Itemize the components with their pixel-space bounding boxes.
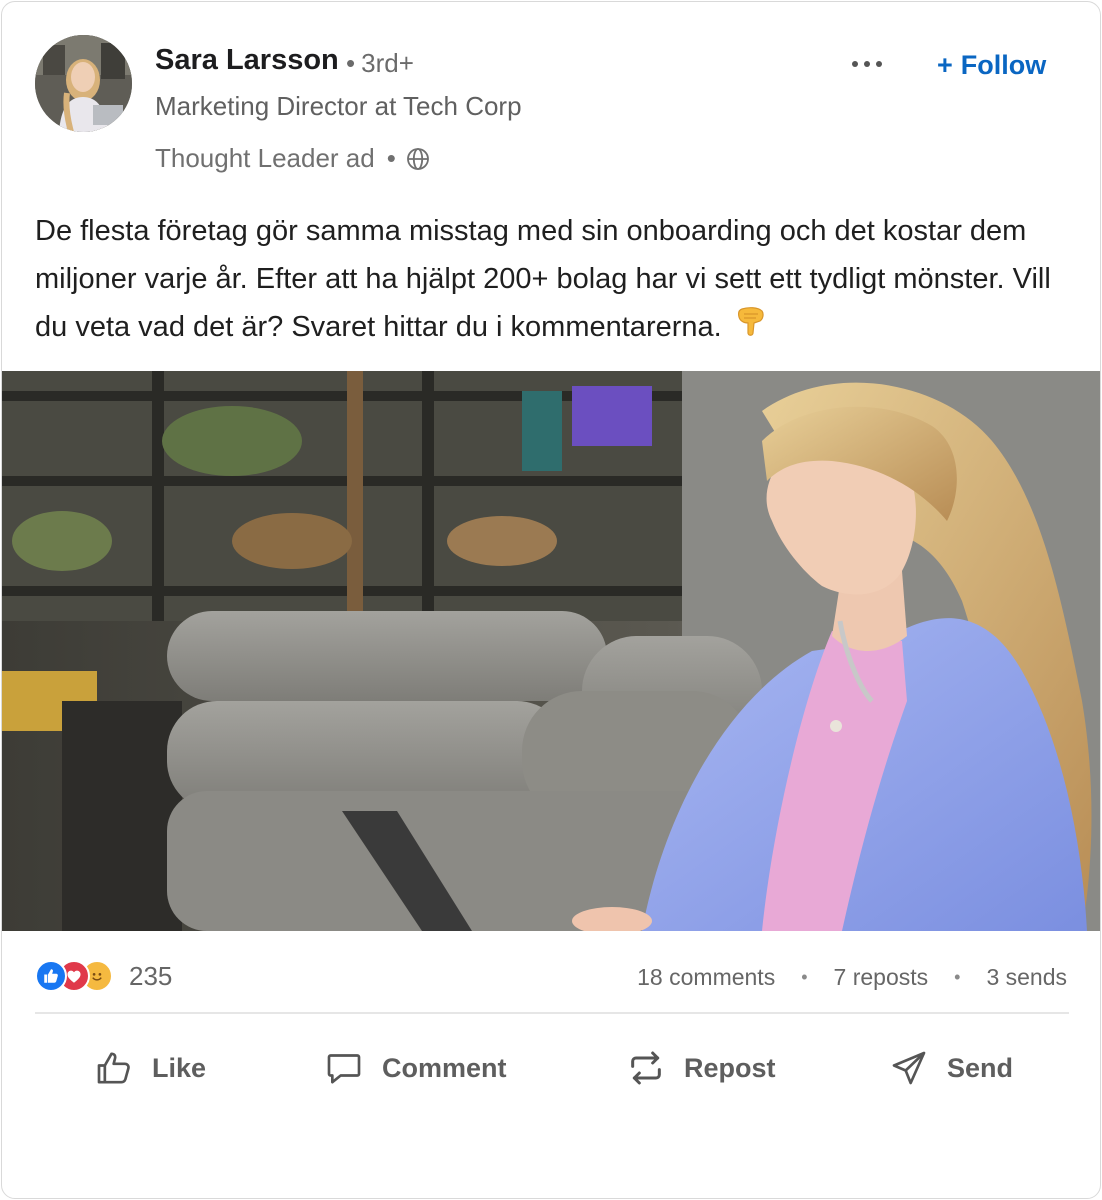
connection-degree: • 3rd+ xyxy=(346,48,414,78)
send-icon xyxy=(892,1051,926,1085)
repost-label: Repost xyxy=(684,1052,776,1083)
post-card: Sara Larsson • 3rd+ Marketing Director at… xyxy=(1,1,1101,1199)
send-button[interactable]: Send xyxy=(889,1042,1013,1094)
thumbs-up-icon xyxy=(97,1052,130,1084)
like-reaction-icon xyxy=(35,960,67,992)
pointing-down-hand-icon xyxy=(736,304,766,352)
comments-count[interactable]: 18 comments xyxy=(637,964,775,991)
author-avatar[interactable] xyxy=(35,35,132,132)
reaction-count: 235 xyxy=(129,960,173,991)
post-image[interactable] xyxy=(2,371,1100,931)
post-meta: Thought Leader ad • xyxy=(155,143,430,174)
like-label: Like xyxy=(152,1052,207,1083)
plus-icon: + xyxy=(937,50,953,80)
repost-button[interactable]: Repost xyxy=(626,1042,776,1094)
post-stats: 18 comments • 7 reposts • 3 sends xyxy=(637,964,1067,991)
author-name[interactable]: Sara Larsson xyxy=(155,44,339,77)
sends-count[interactable]: 3 sends xyxy=(986,964,1067,991)
globe-icon xyxy=(406,147,430,171)
author-headline: Marketing Director at Tech Corp xyxy=(155,91,522,121)
more-options-button[interactable] xyxy=(847,48,887,80)
comment-button[interactable]: Comment xyxy=(324,1042,507,1094)
follow-button[interactable]: + Follow xyxy=(937,50,1046,81)
degree-label: 3rd+ xyxy=(361,48,414,78)
reactions-summary[interactable]: 235 xyxy=(35,960,172,992)
like-button[interactable]: Like xyxy=(94,1042,206,1094)
post-text: De flesta företag gör samma misstag med … xyxy=(35,215,1051,343)
reposts-count[interactable]: 7 reposts xyxy=(834,964,929,991)
ad-label: Thought Leader ad xyxy=(155,143,375,173)
post-body: De flesta företag gör samma misstag med … xyxy=(35,207,1075,352)
comment-label: Comment xyxy=(382,1052,507,1083)
repost-icon xyxy=(631,1051,661,1085)
follow-label: Follow xyxy=(960,50,1047,80)
more-horizontal-icon xyxy=(852,61,882,67)
actions-divider xyxy=(35,1012,1069,1014)
comment-icon xyxy=(327,1054,361,1084)
send-label: Send xyxy=(947,1052,1014,1083)
